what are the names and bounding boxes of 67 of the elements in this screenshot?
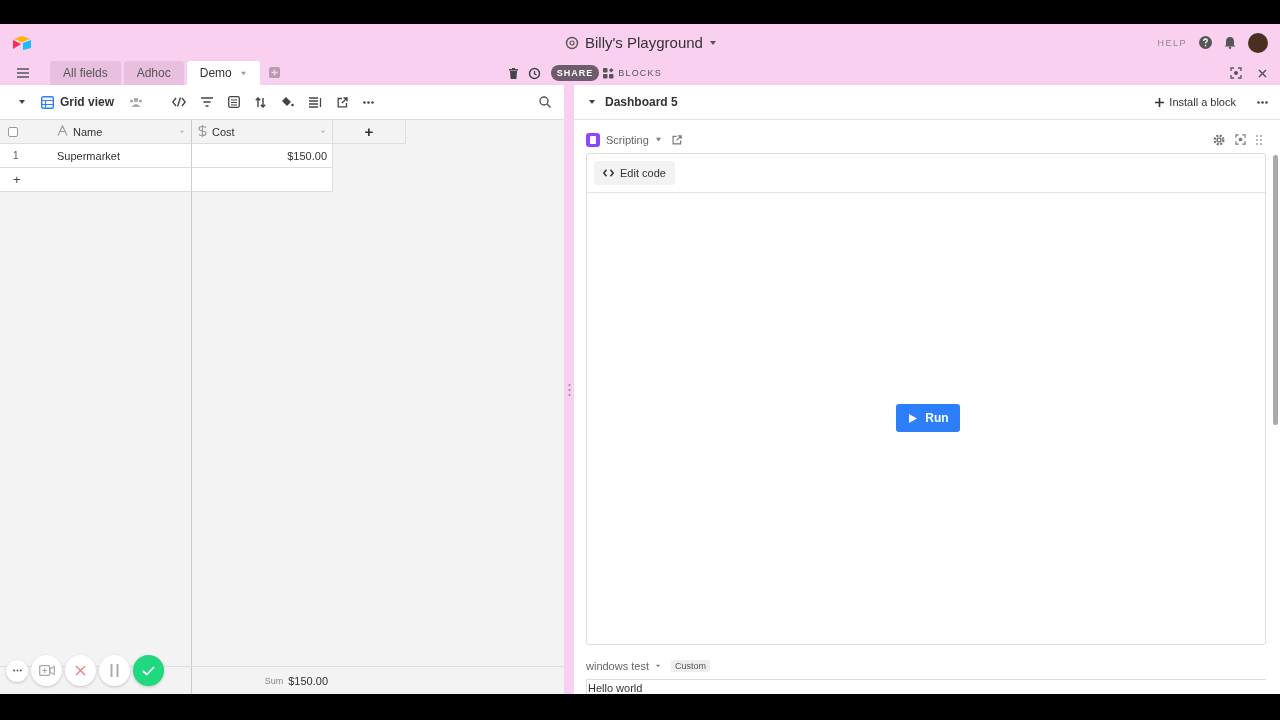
drag-handle-icon[interactable]	[1256, 134, 1262, 145]
blocks-button[interactable]: BLOCKS	[603, 67, 662, 79]
people-icon[interactable]	[129, 97, 144, 107]
pause-icon	[110, 664, 119, 677]
group-icon[interactable]	[228, 96, 241, 108]
text-field-icon	[57, 125, 68, 136]
menu-icon[interactable]	[17, 68, 29, 78]
caret-icon[interactable]	[655, 664, 661, 668]
pause-button[interactable]	[99, 655, 130, 686]
sort-icon[interactable]	[255, 96, 267, 108]
edit-code-button[interactable]: Edit code	[594, 160, 675, 185]
caret-icon[interactable]	[708, 39, 717, 46]
paint-bucket-icon[interactable]	[281, 96, 295, 108]
column-header[interactable]: Cost	[192, 120, 333, 144]
base-title[interactable]: Billy's Playground	[585, 34, 703, 51]
column-header[interactable]: Name	[48, 120, 192, 144]
row-number: 1	[12, 150, 19, 161]
select-all-checkbox[interactable]	[8, 126, 18, 137]
video-camera-icon	[38, 665, 55, 676]
code-icon	[603, 168, 614, 177]
base-icon	[565, 35, 579, 50]
filter-icon[interactable]	[201, 97, 214, 107]
more-icon	[12, 669, 22, 672]
grid-view-icon[interactable]	[41, 95, 54, 109]
settings-icon[interactable]	[1213, 133, 1225, 146]
external-link-icon[interactable]	[671, 134, 682, 145]
caret-icon[interactable]	[654, 137, 662, 143]
table-tab[interactable]: Adhoc	[123, 61, 184, 85]
play-icon	[909, 414, 918, 423]
plus-icon	[1155, 97, 1165, 107]
close-icon	[75, 665, 86, 676]
trash-icon[interactable]	[508, 67, 518, 79]
check-icon	[142, 665, 155, 676]
avatar[interactable]	[1248, 32, 1268, 53]
script-icon	[586, 132, 600, 147]
caret-icon[interactable]	[18, 99, 26, 105]
caret-icon[interactable]	[588, 99, 596, 105]
view-name[interactable]: Grid view	[60, 95, 115, 109]
resize-handle-icon[interactable]	[567, 382, 571, 397]
camera-button[interactable]	[31, 655, 62, 686]
row-height-icon[interactable]	[309, 96, 323, 108]
block-name[interactable]: windows test	[586, 660, 649, 672]
run-button[interactable]: Run	[896, 404, 960, 433]
share-button[interactable]: SHARE	[550, 65, 600, 81]
table-tab[interactable]: Demo	[186, 61, 260, 85]
more-icon[interactable]	[363, 100, 375, 104]
fullscreen-icon[interactable]	[1230, 67, 1242, 79]
block-name[interactable]: Scripting	[606, 133, 649, 146]
custom-badge: Custom	[671, 660, 710, 672]
close-icon[interactable]	[1258, 68, 1267, 78]
search-icon[interactable]	[539, 96, 551, 108]
install-block-button[interactable]: Install a block	[1149, 95, 1242, 109]
more-icon[interactable]	[1257, 100, 1268, 104]
share-view-icon[interactable]	[337, 96, 349, 108]
summary-value: $150.00	[288, 674, 328, 687]
help-icon[interactable]	[1199, 36, 1212, 49]
bell-icon[interactable]	[1224, 36, 1236, 49]
add-column-button[interactable]: +	[333, 120, 406, 144]
table-tab[interactable]: All fields	[50, 61, 121, 85]
hide-fields-icon[interactable]	[172, 97, 187, 107]
history-icon[interactable]	[527, 66, 541, 80]
table-cell[interactable]: $150.00	[287, 149, 327, 162]
blocks-icon	[603, 67, 615, 79]
dashboard-title[interactable]: Dashboard 5	[605, 95, 678, 109]
fullscreen-icon[interactable]	[1235, 134, 1246, 146]
currency-field-icon	[198, 124, 207, 137]
logo-icon[interactable]	[12, 34, 32, 51]
